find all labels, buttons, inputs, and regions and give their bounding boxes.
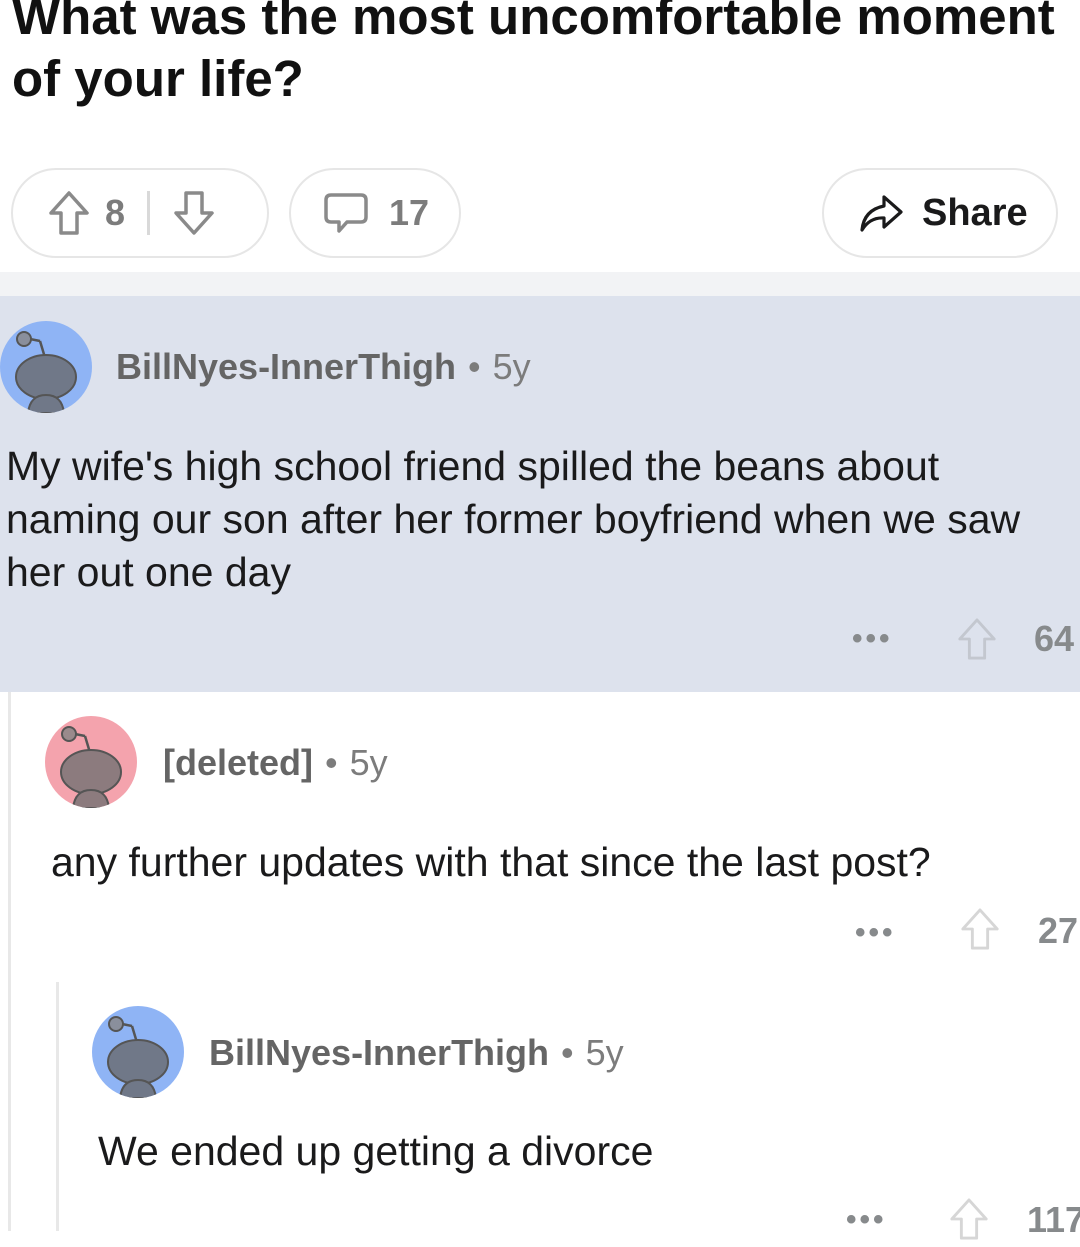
comment-body: My wife's high school friend spilled the… xyxy=(6,443,1021,595)
vote-pill: 8 xyxy=(11,168,269,258)
share-button[interactable]: Share xyxy=(822,168,1058,258)
comment-age: 5y xyxy=(492,346,531,387)
post-vote-count: 8 xyxy=(105,192,126,233)
comment-body: any further updates with that since the … xyxy=(51,839,931,885)
comment-username[interactable]: BillNyes-InnerThigh xyxy=(116,346,456,387)
vote-divider xyxy=(147,191,151,235)
comment-meta: BillNyes-InnerThigh • 5y xyxy=(116,346,531,388)
post-title: What was the most uncomfortable moment o… xyxy=(12,0,1055,107)
more-options-icon[interactable]: ••• xyxy=(846,1203,887,1237)
upvote-icon[interactable] xyxy=(948,1196,990,1247)
comment-body: We ended up getting a divorce xyxy=(98,1128,654,1174)
comment-username[interactable]: [deleted] xyxy=(163,742,313,783)
avatar[interactable] xyxy=(92,1006,184,1098)
comment-age: 5y xyxy=(349,742,388,783)
section-separator xyxy=(0,272,1080,296)
meta-separator: • xyxy=(325,742,338,783)
comment-age: 5y xyxy=(585,1032,624,1073)
snoo-avatar-icon xyxy=(107,1016,169,1098)
post-comment-count: 17 xyxy=(389,192,430,233)
more-options-icon[interactable]: ••• xyxy=(852,622,893,656)
downvote-icon[interactable] xyxy=(172,189,216,237)
meta-separator: • xyxy=(468,346,481,387)
comment-score: 27 xyxy=(1038,910,1079,951)
comments-button[interactable]: 17 xyxy=(289,168,461,258)
share-arrow-icon xyxy=(858,193,904,233)
comment-bubble-icon xyxy=(323,191,369,235)
comment-score: 64 xyxy=(1034,618,1075,659)
upvote-icon[interactable] xyxy=(956,616,998,667)
more-options-icon[interactable]: ••• xyxy=(855,916,896,950)
meta-separator: • xyxy=(561,1032,574,1073)
avatar[interactable] xyxy=(0,321,92,413)
comment-meta: [deleted] • 5y xyxy=(163,742,388,784)
snoo-avatar-icon xyxy=(60,726,122,808)
share-label: Share xyxy=(922,191,1028,234)
thread-line-level-1 xyxy=(8,692,11,1231)
snoo-avatar-icon xyxy=(15,331,77,413)
upvote-icon[interactable] xyxy=(47,189,91,237)
comment-meta: BillNyes-InnerThigh • 5y xyxy=(209,1032,624,1074)
comment-username[interactable]: BillNyes-InnerThigh xyxy=(209,1032,549,1073)
upvote-icon[interactable] xyxy=(959,906,1001,957)
avatar[interactable] xyxy=(45,716,137,808)
thread-line-level-2 xyxy=(56,982,59,1231)
comment-score: 117 xyxy=(1027,1199,1080,1240)
